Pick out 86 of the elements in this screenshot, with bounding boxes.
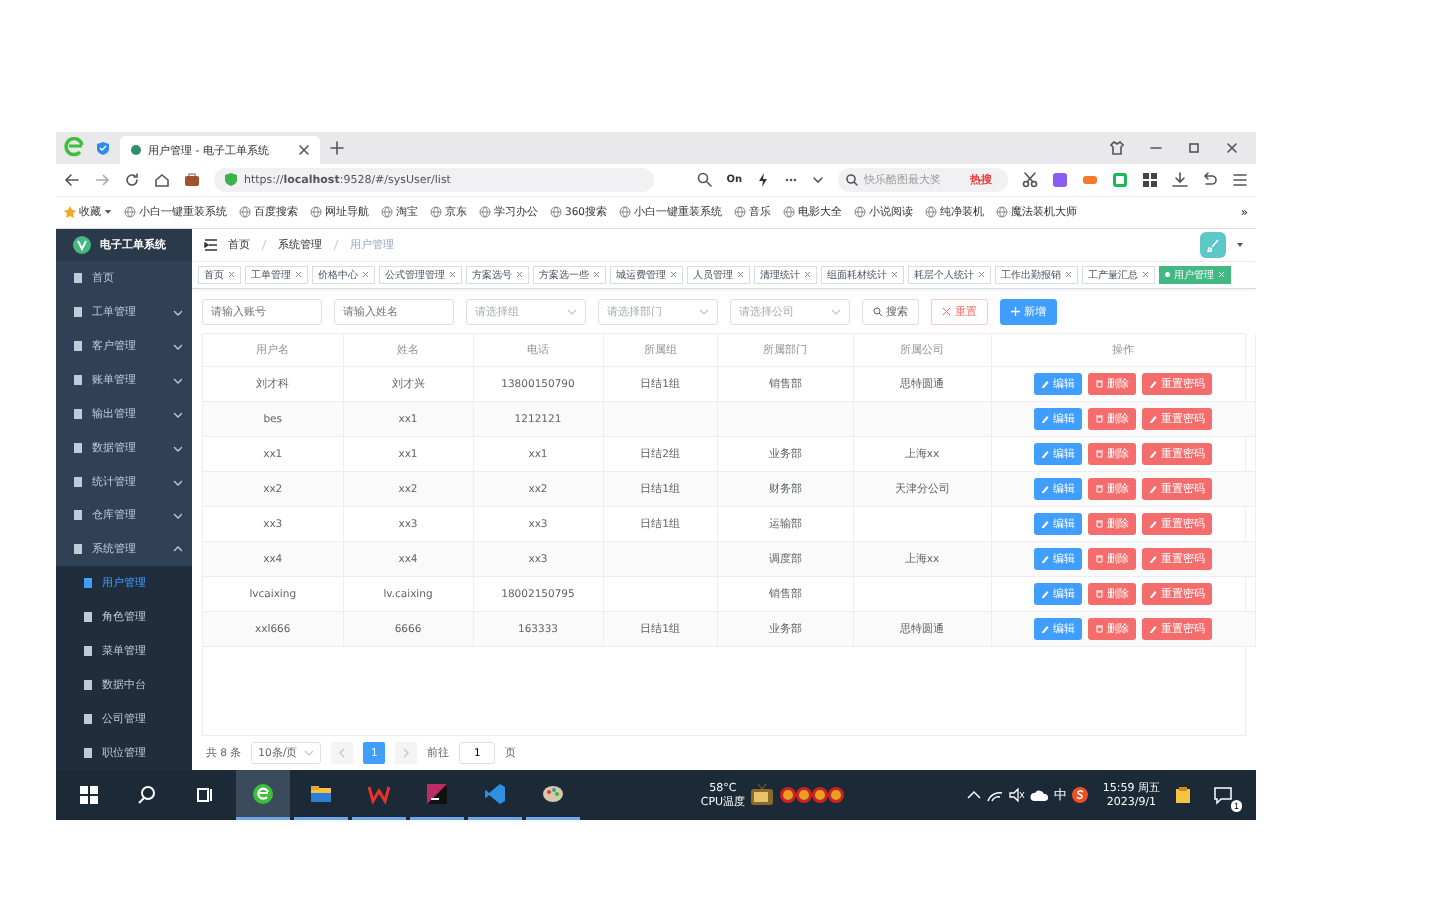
- lightning-icon[interactable]: [756, 171, 770, 188]
- document-icon: [72, 543, 84, 556]
- download-icon[interactable]: [1172, 171, 1188, 188]
- document-icon: [72, 441, 84, 454]
- shield-icon[interactable]: [96, 140, 110, 156]
- chevron-right-icon: [402, 748, 411, 758]
- back-icon[interactable]: [64, 171, 80, 188]
- folder-icon: [310, 782, 332, 805]
- chevron-down-icon[interactable]: [172, 306, 182, 317]
- document-icon: [72, 305, 84, 318]
- chevron-down-icon[interactable]: [812, 173, 824, 186]
- app-icon[interactable]: [1052, 171, 1068, 188]
- browser-logo-icon: [64, 137, 86, 159]
- taskbar-app[interactable]: [236, 770, 290, 820]
- sogou-icon[interactable]: [1070, 786, 1089, 804]
- coins-icon[interactable]: [779, 785, 846, 805]
- message-icon: [1213, 785, 1233, 805]
- tv-icon[interactable]: [749, 783, 776, 807]
- pencil-icon: [1149, 379, 1158, 389]
- document-icon: [72, 407, 84, 420]
- pencil-icon: [1149, 519, 1158, 529]
- pencil-icon: [1041, 624, 1050, 634]
- menu-icon[interactable]: [1232, 171, 1248, 188]
- windows-icon: [80, 786, 98, 804]
- search-icon[interactable]: [697, 172, 713, 188]
- document-icon: [72, 271, 84, 284]
- star-icon: [64, 206, 76, 219]
- network-icon[interactable]: [985, 787, 1004, 803]
- pencil-icon: [1041, 379, 1050, 389]
- pencil-icon: [1149, 624, 1158, 634]
- pencil-icon: [1041, 554, 1050, 564]
- code-editor-icon: [484, 782, 506, 805]
- brush-icon: [1206, 237, 1220, 252]
- logo-icon: [72, 234, 92, 255]
- pencil-icon: [1149, 414, 1158, 424]
- close-icon[interactable]: [1226, 142, 1238, 154]
- pencil-icon: [1041, 449, 1050, 459]
- document-icon: [82, 713, 94, 726]
- task-view-icon: [196, 786, 214, 804]
- plus-icon: [1011, 307, 1020, 317]
- leaf-icon: [130, 144, 142, 156]
- palette-icon: [542, 782, 564, 805]
- browser-icon: [252, 782, 274, 805]
- scissors-icon[interactable]: [1022, 171, 1038, 188]
- document-icon: [82, 645, 94, 658]
- document-app-icon: [368, 782, 390, 805]
- chevron-up-icon[interactable]: [172, 544, 182, 555]
- document-icon: [82, 747, 94, 760]
- chevron-down-icon[interactable]: [172, 374, 182, 385]
- pencil-icon: [1041, 414, 1050, 424]
- undo-icon[interactable]: [1202, 171, 1218, 188]
- document-icon: [82, 577, 94, 590]
- chevron-left-icon: [338, 748, 347, 758]
- pencil-icon: [1149, 449, 1158, 459]
- briefcase-icon[interactable]: [184, 171, 200, 188]
- reload-icon[interactable]: [124, 171, 140, 188]
- minimize-icon[interactable]: [1150, 142, 1162, 154]
- app-icon[interactable]: [1112, 171, 1128, 188]
- maximize-icon[interactable]: [1188, 142, 1200, 154]
- note-icon[interactable]: [1174, 786, 1192, 804]
- cloud-icon[interactable]: [1029, 787, 1050, 803]
- more-icon[interactable]: [784, 173, 798, 186]
- document-icon: [72, 509, 84, 522]
- search-icon: [137, 785, 157, 805]
- hamburger-icon[interactable]: [204, 237, 218, 252]
- document-icon: [72, 475, 84, 488]
- close-icon[interactable]: [298, 144, 310, 156]
- shield-icon: [224, 172, 238, 188]
- plus-icon[interactable]: [330, 141, 344, 155]
- home-icon[interactable]: [154, 171, 170, 188]
- document-icon: [82, 611, 94, 624]
- chevron-down-icon[interactable]: [172, 340, 182, 351]
- grid-icon[interactable]: [1142, 171, 1158, 188]
- pencil-icon: [1041, 484, 1050, 494]
- shirt-icon[interactable]: [1110, 141, 1124, 155]
- ide-icon: [426, 782, 448, 805]
- pencil-icon: [1149, 589, 1158, 599]
- document-icon: [72, 339, 84, 352]
- pencil-icon: [1041, 519, 1050, 529]
- chevron-down-icon[interactable]: [172, 408, 182, 419]
- pencil-icon: [1149, 554, 1158, 564]
- search-icon: [846, 173, 858, 186]
- pencil-icon: [1041, 589, 1050, 599]
- pencil-icon: [1149, 484, 1158, 494]
- document-icon: [82, 679, 94, 692]
- document-icon: [72, 373, 84, 386]
